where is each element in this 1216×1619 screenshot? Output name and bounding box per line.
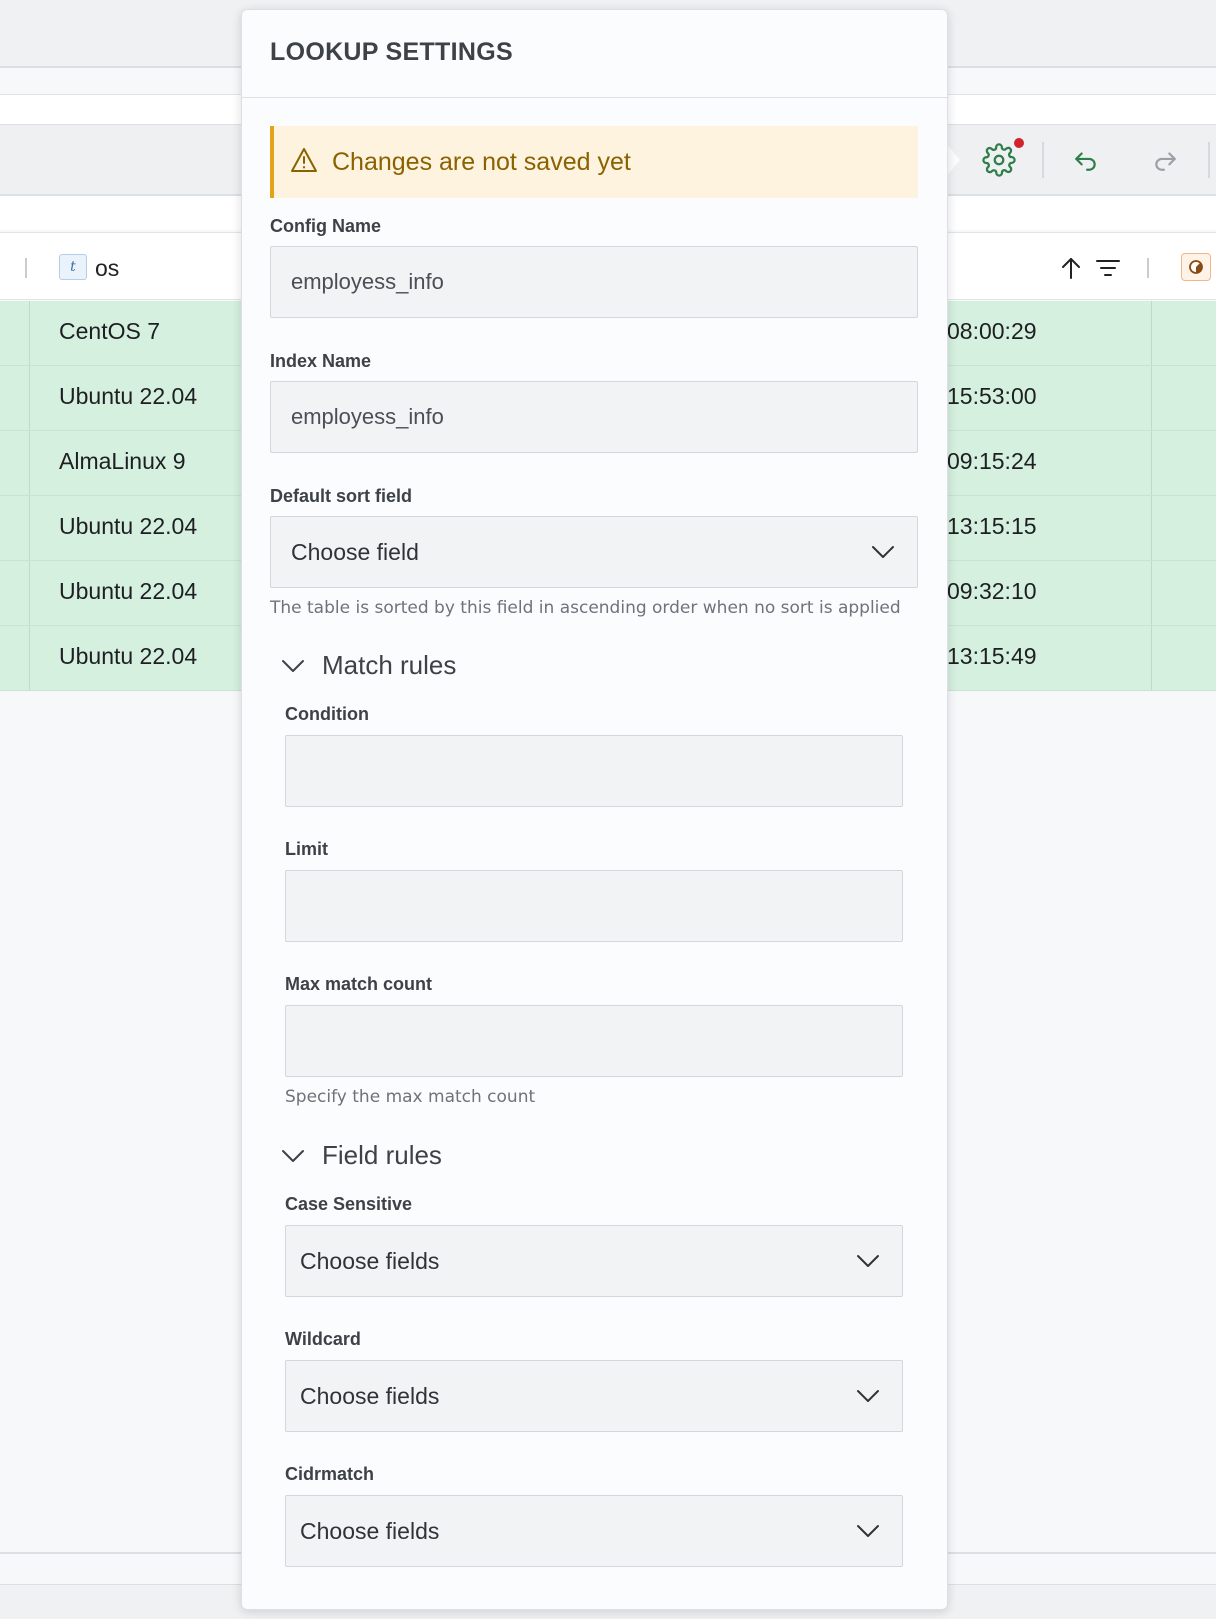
config-name-field[interactable]: employess_info — [270, 246, 918, 318]
unsaved-changes-alert: Changes are not saved yet — [270, 126, 918, 198]
os-cell: AlmaLinux 9 — [59, 448, 186, 474]
os-cell: Ubuntu 22.04 — [59, 578, 198, 604]
chevron-down-icon — [869, 542, 897, 562]
case-sensitive-label: Case Sensitive — [285, 1194, 413, 1214]
gear-icon[interactable] — [979, 140, 1019, 180]
max-match-count-input[interactable] — [285, 1005, 903, 1077]
match-rules-toggle[interactable]: Match rules — [278, 650, 456, 681]
lookup-settings-panel: LOOKUP SETTINGS Changes are not saved ye… — [241, 9, 948, 1610]
config-name-label: Config Name — [270, 216, 382, 236]
condition-input[interactable] — [285, 735, 903, 807]
wildcard-value: Choose fields — [300, 1382, 440, 1409]
time-cell: 09:32:10 — [947, 578, 1037, 604]
field-rules-title: Field rules — [322, 1140, 442, 1170]
condition-label: Condition — [285, 704, 369, 724]
cidrmatch-select[interactable]: Choose fields — [285, 1495, 903, 1567]
sort-ascending-icon[interactable] — [1058, 254, 1084, 282]
toolbar-divider — [1208, 142, 1210, 178]
time-cell: 09:15:24 — [947, 448, 1037, 474]
panel-header: LOOKUP SETTINGS — [242, 10, 947, 98]
default-sort-help: The table is sorted by this field in asc… — [270, 598, 901, 618]
max-match-count-help: Specify the max match count — [285, 1087, 536, 1107]
time-cell: 15:53:00 — [947, 383, 1037, 409]
default-sort-select[interactable]: Choose field — [270, 516, 918, 588]
os-cell: Ubuntu 22.04 — [59, 513, 198, 539]
default-sort-label: Default sort field — [270, 486, 413, 506]
case-sensitive-select[interactable]: Choose fields — [285, 1225, 903, 1297]
undo-icon[interactable] — [1066, 140, 1106, 180]
index-name-field[interactable]: employess_info — [270, 381, 918, 453]
cidrmatch-label: Cidrmatch — [285, 1464, 375, 1484]
number-type-icon — [1181, 253, 1211, 281]
os-cell: CentOS 7 — [59, 318, 160, 344]
limit-input[interactable] — [285, 870, 903, 942]
time-cell: 08:00:29 — [947, 318, 1037, 344]
redo-icon[interactable] — [1145, 140, 1185, 180]
max-match-count-label: Max match count — [285, 974, 433, 994]
cidrmatch-value: Choose fields — [300, 1517, 440, 1544]
chevron-down-icon — [854, 1251, 882, 1271]
time-cell: 13:15:49 — [947, 643, 1037, 669]
wildcard-select[interactable]: Choose fields — [285, 1360, 903, 1432]
chevron-down-icon — [278, 656, 308, 676]
os-cell: Ubuntu 22.04 — [59, 383, 198, 409]
os-cell: Ubuntu 22.04 — [59, 643, 198, 669]
chevron-down-icon — [854, 1521, 882, 1541]
wildcard-label: Wildcard — [285, 1329, 361, 1349]
chevron-down-icon — [278, 1146, 308, 1166]
column-separator — [1147, 258, 1149, 278]
column-title[interactable]: os — [95, 255, 119, 282]
panel-title: LOOKUP SETTINGS — [270, 38, 513, 66]
index-name-label: Index Name — [270, 351, 372, 371]
default-sort-value: Choose field — [291, 538, 419, 565]
time-cell: 13:15:15 — [947, 513, 1037, 539]
column-separator — [25, 258, 27, 278]
chevron-down-icon — [854, 1386, 882, 1406]
toolbar-divider — [1042, 142, 1044, 178]
filter-icon[interactable] — [1093, 254, 1123, 282]
panel-pointer — [946, 143, 960, 177]
limit-label: Limit — [285, 839, 328, 859]
match-rules-title: Match rules — [322, 650, 457, 680]
alert-message: Changes are not saved yet — [332, 147, 631, 176]
warning-icon — [290, 147, 318, 177]
field-rules-toggle[interactable]: Field rules — [278, 1140, 442, 1171]
case-sensitive-value: Choose fields — [300, 1247, 440, 1274]
notification-dot — [1014, 138, 1024, 148]
column-type-badge: t — [59, 254, 87, 280]
